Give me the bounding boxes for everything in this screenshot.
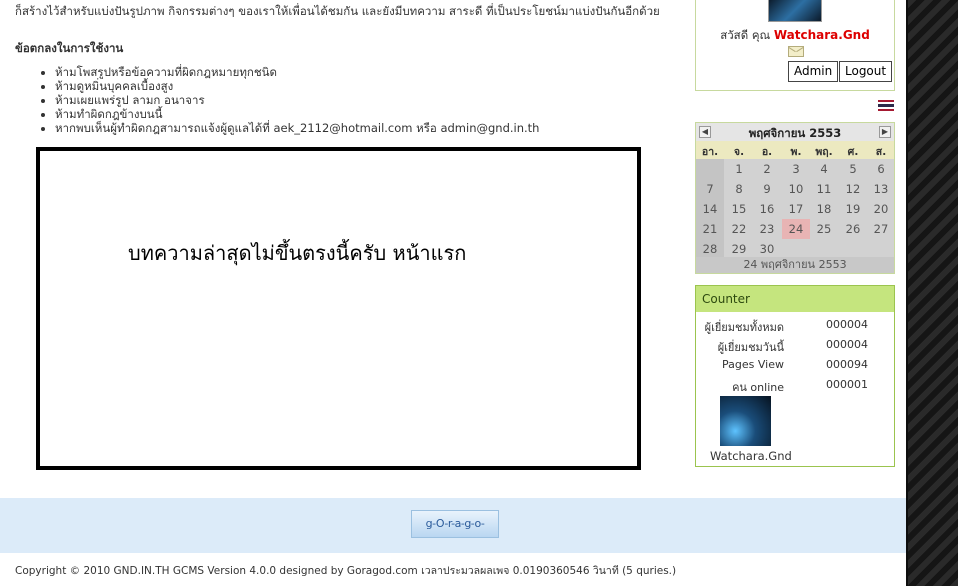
logout-button[interactable]: Logout	[839, 61, 893, 82]
site-logo[interactable]: g-O-r-a-g-o-d.com	[411, 510, 499, 538]
calendar-empty-cell	[810, 239, 838, 259]
notice-box: บทความล่าสุดไม่ขึ้นตรงนี้ครับ หน้าแรก	[36, 147, 641, 470]
counter-label: ผู้เยี่ยมชมทั้งหมด	[704, 321, 784, 334]
greeting-label: สวัสดี คุณ	[720, 28, 771, 42]
calendar-day[interactable]: 17	[782, 199, 810, 219]
greeting: สวัสดี คุณ Watchara.Gnd	[696, 27, 894, 45]
rules-list: ห้ามโพสรูปหรือข้อความที่ผิดกฎหมายทุกชนิด…	[55, 65, 539, 135]
main-content: ก็สร้างไว้สำหรับแบ่งปันรูปภาพ กิจกรรมต่า…	[0, 0, 690, 496]
calendar-empty-cell	[839, 239, 867, 259]
calendar-day[interactable]: 28	[696, 239, 724, 259]
rule-item: ห้ามทำผิดกฎข้างบนนี้	[55, 107, 539, 121]
calendar-empty-cell	[782, 239, 810, 259]
calendar-day[interactable]: 21	[696, 219, 724, 239]
rule-item: ห้ามดูหมิ่นบุคคลเบื้องสูง	[55, 79, 539, 93]
calendar-day[interactable]: 29	[725, 239, 753, 259]
admin-button[interactable]: Admin	[788, 61, 839, 82]
user-panel: สวัสดี คุณ Watchara.Gnd Admin Logout	[695, 0, 895, 91]
calendar-day[interactable]: 24	[782, 219, 810, 239]
calendar-empty-cell	[867, 239, 895, 259]
calendar-day[interactable]: 15	[725, 199, 753, 219]
thai-flag-icon[interactable]	[878, 100, 894, 111]
background-stripes	[908, 0, 958, 586]
calendar-day[interactable]: 8	[725, 179, 753, 199]
mail-icon[interactable]	[788, 46, 804, 57]
calendar-day[interactable]: 13	[867, 179, 895, 199]
username-link[interactable]: Watchara.Gnd	[774, 28, 870, 42]
calendar-day[interactable]: 1	[725, 159, 753, 179]
calendar-weekdays: อา. จ. อ. พ. พฤ. ศ. ส.	[696, 141, 894, 159]
calendar-day[interactable]: 12	[839, 179, 867, 199]
next-month-icon[interactable]: ▶	[879, 126, 891, 138]
calendar-day[interactable]: 7	[696, 179, 724, 199]
online-user-name[interactable]: Watchara.Gnd	[710, 449, 792, 463]
counter-value: 000004	[826, 318, 868, 331]
weekday-label: พ.	[790, 146, 802, 158]
online-user-avatar[interactable]	[720, 396, 771, 446]
avatar[interactable]	[768, 0, 822, 22]
rule-item: หากพบเห็นผู้ทำผิดกฎสามารถแจ้งผู้ดูแลได้ท…	[55, 121, 539, 135]
calendar-footer: 24 พฤศจิกายน 2553	[696, 257, 894, 273]
counter-panel: Counter ผู้เยี่ยมชมทั้งหมด 000004 ผู้เยี…	[695, 285, 895, 467]
weekday-label: อา.	[701, 146, 719, 158]
copyright-text: Copyright © 2010 GND.IN.TH GCMS Version …	[15, 565, 677, 577]
calendar-day[interactable]: 2	[753, 159, 781, 179]
counter-title: Counter	[696, 286, 894, 312]
sidebar: สวัสดี คุณ Watchara.Gnd Admin Logout ◀ พ…	[695, 0, 896, 496]
counter-value: 000001	[826, 378, 868, 391]
weekday-label: อ.	[761, 146, 773, 158]
calendar-day[interactable]: 11	[810, 179, 838, 199]
weekday-label: ส.	[875, 146, 887, 158]
calendar-day[interactable]: 30	[753, 239, 781, 259]
calendar-day[interactable]: 18	[810, 199, 838, 219]
counter-label: ผู้เยี่ยมชมวันนี้	[717, 341, 784, 354]
rules-heading: ข้อตกลงในการใช้งาน	[15, 41, 124, 55]
calendar-day[interactable]: 5	[839, 159, 867, 179]
calendar-day[interactable]: 25	[810, 219, 838, 239]
footer-band: g-O-r-a-g-o-d.com	[0, 498, 906, 553]
calendar-day[interactable]: 6	[867, 159, 895, 179]
calendar-header: ◀ พฤศจิกายน 2553 ▶	[696, 123, 894, 141]
calendar-empty-cell	[696, 159, 724, 179]
counter-label: Pages View	[722, 358, 784, 371]
calendar-day[interactable]: 23	[753, 219, 781, 239]
calendar: ◀ พฤศจิกายน 2553 ▶ อา. จ. อ. พ. พฤ. ศ. ส. 1234…	[695, 122, 895, 274]
weekday-label: จ.	[733, 146, 745, 158]
calendar-day[interactable]: 3	[782, 159, 810, 179]
calendar-day[interactable]: 4	[810, 159, 838, 179]
calendar-day[interactable]: 14	[696, 199, 724, 219]
weekday-label: พฤ.	[815, 146, 833, 158]
weekday-label: ศ.	[847, 146, 859, 158]
page: ก็สร้างไว้สำหรับแบ่งปันรูปภาพ กิจกรรมต่า…	[0, 0, 908, 586]
rule-item: ห้ามเผยแพร่รูป ลามก อนาจาร	[55, 93, 539, 107]
counter-label: คน online	[732, 381, 784, 394]
calendar-day[interactable]: 10	[782, 179, 810, 199]
counter-value: 000004	[826, 338, 868, 351]
calendar-day[interactable]: 20	[867, 199, 895, 219]
rule-item: ห้ามโพสรูปหรือข้อความที่ผิดกฎหมายทุกชนิด	[55, 65, 539, 79]
calendar-day[interactable]: 16	[753, 199, 781, 219]
intro-text: ก็สร้างไว้สำหรับแบ่งปันรูปภาพ กิจกรรมต่า…	[15, 4, 660, 18]
counter-value: 000094	[826, 358, 868, 371]
notice-text: บทความล่าสุดไม่ขึ้นตรงนี้ครับ หน้าแรก	[128, 241, 467, 265]
calendar-day[interactable]: 9	[753, 179, 781, 199]
calendar-day[interactable]: 19	[839, 199, 867, 219]
calendar-day[interactable]: 22	[725, 219, 753, 239]
calendar-day[interactable]: 26	[839, 219, 867, 239]
calendar-day[interactable]: 27	[867, 219, 895, 239]
